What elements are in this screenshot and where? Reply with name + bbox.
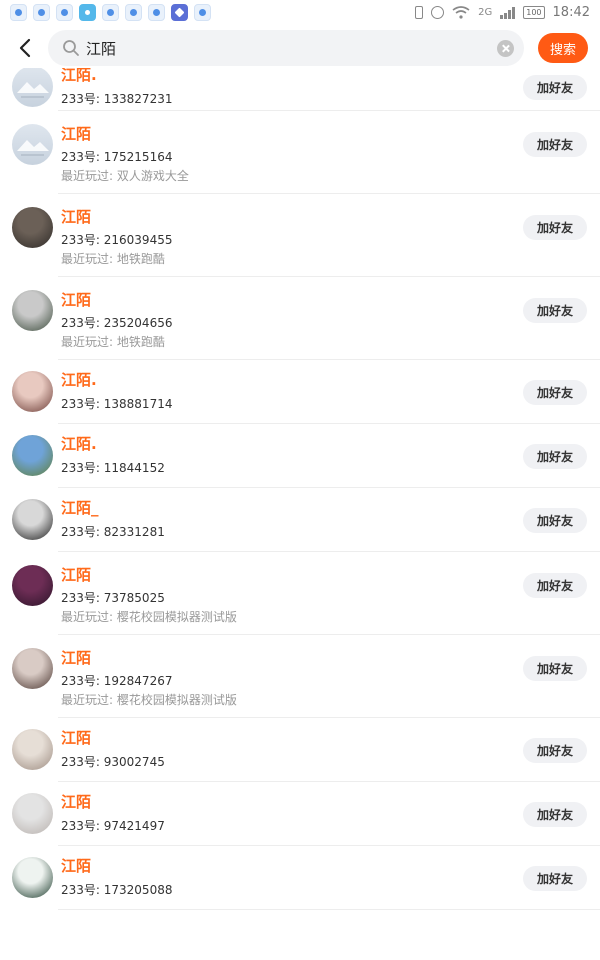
list-item[interactable]: 江陌 233号: 97421497 加好友 (0, 782, 600, 846)
user-name: 江陌 (61, 291, 92, 309)
paw-icon (56, 3, 73, 21)
user-id: 233号: 235204656 (61, 316, 173, 330)
avatar[interactable] (12, 565, 53, 606)
back-button[interactable] (14, 36, 36, 60)
search-results-list[interactable]: 江陌. 233号: 133827231 加好友 江陌 233号: 175215164 最近… (0, 68, 600, 960)
avatar[interactable] (12, 729, 53, 770)
status-bar: 2G 100 18:42 (0, 0, 600, 24)
user-name: 江陌 (61, 566, 92, 584)
network-type: 2G (478, 6, 493, 18)
add-friend-button[interactable]: 加好友 (523, 132, 587, 157)
avatar[interactable] (12, 793, 53, 834)
vpn-icon (171, 3, 188, 21)
list-item[interactable]: 江陌 233号: 73785025 最近玩过: 樱花校园模拟器测试版 加好友 (0, 552, 600, 635)
divider (58, 909, 600, 910)
avatar[interactable] (12, 290, 53, 331)
user-name: 江陌. (61, 371, 97, 389)
user-id: 233号: 216039455 (61, 233, 173, 247)
wifi-icon (452, 5, 470, 19)
screen: 2G 100 18:42 搜索 江陌.233号: 133827231加好友江陌2… (0, 0, 600, 960)
paw-icon (125, 3, 142, 21)
paw-icon (194, 3, 211, 21)
user-name: 江陌 (61, 208, 92, 226)
add-friend-button[interactable]: 加好友 (523, 215, 587, 240)
chevron-left-icon (19, 38, 31, 58)
avatar[interactable] (12, 207, 53, 248)
paw-icon (102, 3, 119, 21)
add-friend-button[interactable]: 加好友 (523, 656, 587, 681)
recently-played: 最近玩过: 樱花校园模拟器测试版 (61, 693, 237, 707)
status-time: 18:42 (552, 4, 590, 20)
user-id: 233号: 97421497 (61, 819, 165, 833)
user-id: 233号: 173205088 (61, 883, 173, 897)
add-friend-button[interactable]: 加好友 (523, 738, 587, 763)
user-id: 233号: 175215164 (61, 150, 173, 164)
user-name: 江陌 (61, 793, 92, 811)
user-id: 233号: 11844152 (61, 461, 165, 475)
user-name: 江陌 (61, 857, 92, 875)
list-item[interactable]: 江陌. 233号: 138881714 加好友 (0, 360, 600, 424)
recently-played: 最近玩过: 樱花校园模拟器测试版 (61, 610, 237, 624)
list-item[interactable]: 江陌 233号: 173205088 加好友 (0, 846, 600, 910)
avatar[interactable] (12, 371, 53, 412)
notification-icons (10, 3, 211, 21)
add-friend-button[interactable]: 加好友 (523, 75, 587, 100)
avatar[interactable] (12, 68, 53, 107)
user-id: 233号: 93002745 (61, 755, 165, 769)
avatar[interactable] (12, 648, 53, 689)
user-name: 江陌 (61, 729, 92, 747)
add-friend-button[interactable]: 加好友 (523, 866, 587, 891)
list-item[interactable]: 江陌 233号: 216039455 最近玩过: 地铁跑酷 加好友 (0, 194, 600, 277)
paw-icon (33, 3, 50, 21)
add-friend-button[interactable]: 加好友 (523, 508, 587, 533)
add-friend-button[interactable]: 加好友 (523, 380, 587, 405)
alarm-icon (431, 5, 445, 19)
add-friend-button[interactable]: 加好友 (523, 298, 587, 323)
user-id: 233号: 192847267 (61, 674, 173, 688)
signal-icon (500, 6, 516, 19)
recently-played: 最近玩过: 地铁跑酷 (61, 252, 165, 266)
list-item[interactable]: 江陌 233号: 93002745 加好友 (0, 718, 600, 782)
paw-icon (148, 3, 165, 21)
add-friend-button[interactable]: 加好友 (523, 573, 587, 598)
recently-played: 最近玩过: 地铁跑酷 (61, 335, 165, 349)
search-header: 搜索 (0, 28, 600, 68)
list-item[interactable]: 江陌. 233号: 11844152 加好友 (0, 424, 600, 488)
user-id: 233号: 138881714 (61, 397, 173, 411)
status-indicators: 2G 100 18:42 (415, 5, 590, 20)
user-name: 江陌 (61, 125, 92, 143)
avatar[interactable] (12, 435, 53, 476)
list-item[interactable]: 江陌 233号: 175215164 最近玩过: 双人游戏大全 加好友 (0, 111, 600, 194)
user-id: 233号: 133827231 (61, 92, 173, 106)
search-icon (63, 40, 79, 56)
list-item[interactable]: 江陌. 233号: 133827231 加好友 (0, 68, 600, 111)
user-name: 江陌 (61, 649, 92, 667)
search-box[interactable] (48, 30, 524, 66)
paw-icon (10, 3, 27, 21)
avatar[interactable] (12, 124, 53, 165)
list-item[interactable]: 江陌 233号: 192847267 最近玩过: 樱花校园模拟器测试版 加好友 (0, 635, 600, 718)
user-id: 233号: 73785025 (61, 591, 165, 605)
recently-played: 最近玩过: 双人游戏大全 (61, 169, 189, 183)
picture-icon (79, 3, 96, 21)
add-friend-button[interactable]: 加好友 (523, 802, 587, 827)
battery-icon: 100 (523, 5, 545, 19)
vibrate-icon (415, 5, 424, 19)
user-name: 江陌. (61, 68, 97, 84)
clear-icon[interactable] (497, 39, 514, 57)
user-id: 233号: 82331281 (61, 525, 165, 539)
list-item[interactable]: 江陌_ 233号: 82331281 加好友 (0, 488, 600, 552)
search-button[interactable]: 搜索 (538, 33, 588, 63)
add-friend-button[interactable]: 加好友 (523, 444, 587, 469)
search-input[interactable] (86, 39, 497, 57)
user-name: 江陌. (61, 435, 97, 453)
list-item[interactable]: 江陌 233号: 235204656 最近玩过: 地铁跑酷 加好友 (0, 277, 600, 360)
user-name: 江陌_ (61, 499, 99, 517)
avatar[interactable] (12, 857, 53, 898)
avatar[interactable] (12, 499, 53, 540)
